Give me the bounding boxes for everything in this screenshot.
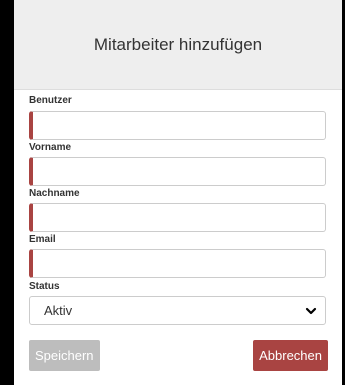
firstname-input[interactable] xyxy=(29,157,326,186)
status-select[interactable]: Aktiv xyxy=(29,296,326,325)
lastname-label: Nachname xyxy=(29,188,80,199)
lastname-input[interactable] xyxy=(29,203,326,232)
dialog-title: Mitarbeiter hinzufügen xyxy=(93,34,263,54)
status-label: Status xyxy=(29,281,60,292)
firstname-label: Vorname xyxy=(29,142,72,153)
email-input[interactable] xyxy=(29,249,326,278)
username-label: Benutzer xyxy=(29,95,72,106)
save-button[interactable]: Speichern xyxy=(29,340,100,371)
add-employee-dialog: Mitarbeiter hinzufügen Benutzer Vorname … xyxy=(14,0,342,385)
status-selected-value: Aktiv xyxy=(44,303,73,318)
username-input[interactable] xyxy=(29,111,326,140)
chevron-down-icon xyxy=(305,305,317,317)
cancel-button[interactable]: Abbrechen xyxy=(253,340,328,371)
email-label: Email xyxy=(29,234,56,245)
dialog-header: Mitarbeiter hinzufügen xyxy=(14,0,342,90)
